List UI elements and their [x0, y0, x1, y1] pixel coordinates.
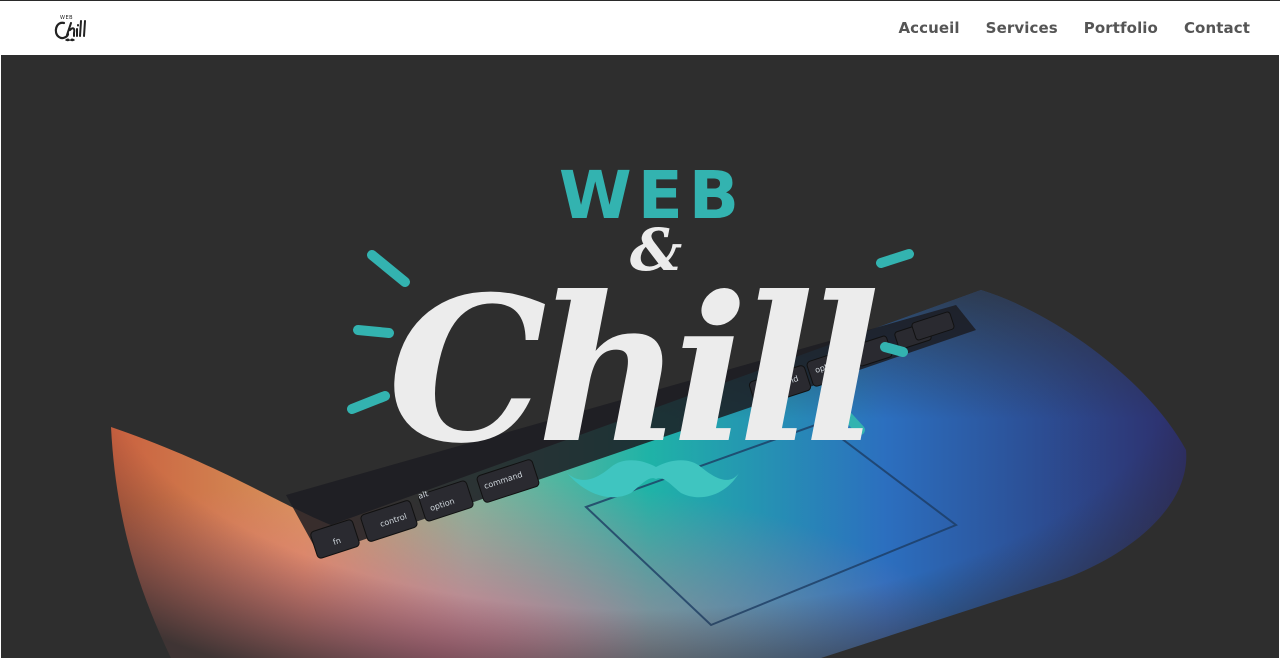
svg-text:WEB: WEB: [60, 15, 73, 21]
logo-icon: WEB: [54, 15, 86, 42]
nav-portfolio[interactable]: Portfolio: [1084, 19, 1158, 37]
site-header: WEB Accueil Services Portfolio Contact: [0, 1, 1280, 55]
title-chill: Chill: [388, 253, 876, 488]
main-nav: Accueil Services Portfolio Contact: [872, 1, 1250, 55]
site-logo[interactable]: WEB: [50, 11, 90, 47]
nav-accueil[interactable]: Accueil: [898, 19, 959, 37]
chill-script-title: & Chill: [388, 216, 886, 488]
title-web: WEB: [558, 157, 746, 234]
nav-contact[interactable]: Contact: [1184, 19, 1250, 37]
hero-laptop-image: fn control option alt command command op…: [1, 55, 1279, 658]
nav-services[interactable]: Services: [986, 19, 1058, 37]
hero-section: fn control option alt command command op…: [1, 55, 1279, 658]
